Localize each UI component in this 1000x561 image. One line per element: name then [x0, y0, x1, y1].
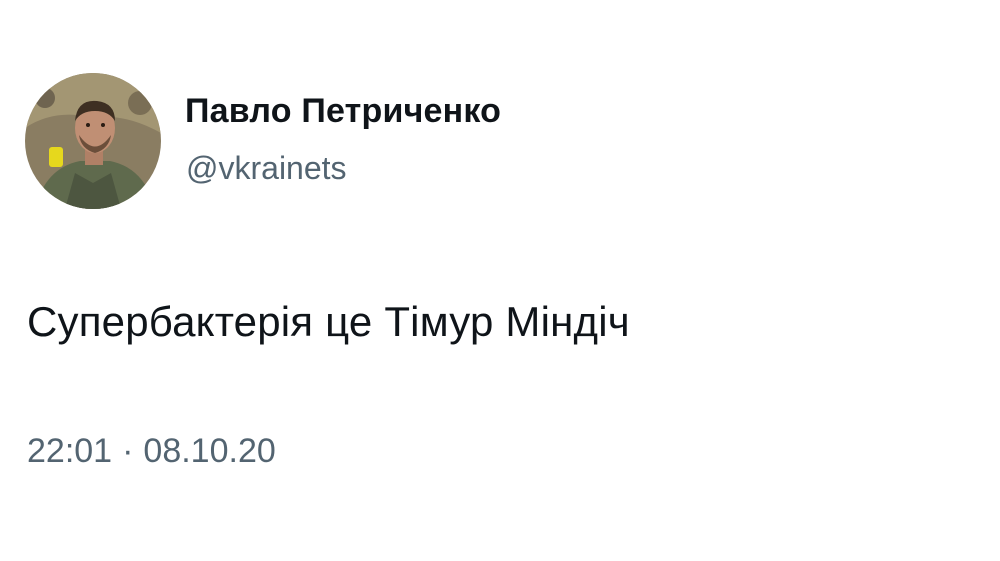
author-display-name[interactable]: Павло Петриченко: [185, 92, 501, 131]
avatar-photo-icon: [25, 73, 161, 209]
tweet-text: Супербактерія це Тімур Міндіч: [27, 298, 630, 345]
tweet-date[interactable]: 08.10.20: [143, 432, 275, 470]
user-avatar[interactable]: [25, 73, 161, 209]
author-handle[interactable]: @vkrainets: [186, 150, 347, 187]
tweet-time[interactable]: 22:01: [27, 432, 112, 470]
tweet-timestamp: 22:01 · 08.10.20: [27, 432, 276, 471]
tweet-card: Павло Петриченко @vkrainets Супербактері…: [0, 0, 1000, 561]
timestamp-separator: ·: [122, 432, 134, 470]
